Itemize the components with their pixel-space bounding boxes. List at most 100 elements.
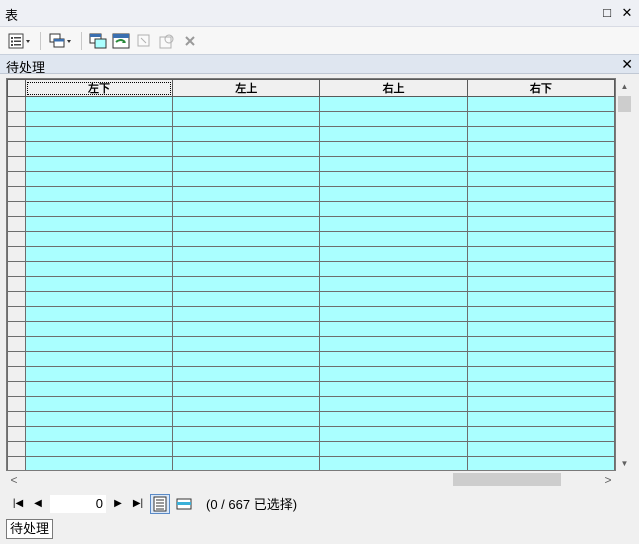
- table-row[interactable]: [7, 306, 615, 322]
- table-row[interactable]: [7, 456, 615, 470]
- table-cell[interactable]: [172, 366, 321, 382]
- table-cell[interactable]: [24, 216, 174, 232]
- table-cell[interactable]: [319, 231, 468, 247]
- table-row[interactable]: [7, 441, 615, 457]
- table-row[interactable]: [7, 201, 615, 217]
- table-cell[interactable]: [172, 171, 321, 187]
- table-cell[interactable]: [319, 351, 468, 367]
- table-row[interactable]: [7, 411, 615, 427]
- row-selector[interactable]: [7, 231, 26, 247]
- row-selector[interactable]: [7, 141, 26, 157]
- table-cell[interactable]: [466, 201, 615, 217]
- table-row[interactable]: [7, 381, 615, 397]
- show-all-records-button[interactable]: [150, 493, 170, 514]
- table-cell[interactable]: [24, 126, 174, 142]
- row-header-corner[interactable]: [7, 79, 26, 97]
- table-cell[interactable]: [466, 366, 615, 382]
- table-row[interactable]: [7, 186, 615, 202]
- row-selector[interactable]: [7, 156, 26, 172]
- row-selector[interactable]: [7, 246, 26, 262]
- zoom-to-selected-button[interactable]: [157, 31, 177, 51]
- table-cell[interactable]: [172, 336, 321, 352]
- table-cell[interactable]: [172, 306, 321, 322]
- table-cell[interactable]: [172, 381, 321, 397]
- table-cell[interactable]: [466, 336, 615, 352]
- row-selector[interactable]: [7, 111, 26, 127]
- table-cell[interactable]: [172, 216, 321, 232]
- table-cell[interactable]: [319, 291, 468, 307]
- row-selector[interactable]: [7, 186, 26, 202]
- table-row[interactable]: [7, 96, 615, 112]
- row-selector[interactable]: [7, 96, 26, 112]
- switch-selection-button[interactable]: [111, 31, 131, 51]
- table-cell[interactable]: [319, 111, 468, 127]
- table-cell[interactable]: [172, 156, 321, 172]
- table-cell[interactable]: [24, 246, 174, 262]
- table-cell[interactable]: [172, 456, 321, 470]
- table-cell[interactable]: [24, 96, 174, 112]
- table-cell[interactable]: [172, 441, 321, 457]
- table-cell[interactable]: [24, 231, 174, 247]
- table-cell[interactable]: [172, 426, 321, 442]
- row-selector[interactable]: [7, 441, 26, 457]
- row-selector[interactable]: [7, 171, 26, 187]
- table-row[interactable]: [7, 261, 615, 277]
- table-cell[interactable]: [24, 426, 174, 442]
- table-cell[interactable]: [319, 336, 468, 352]
- table-row[interactable]: [7, 231, 615, 247]
- table-cell[interactable]: [24, 456, 174, 470]
- close-window-button[interactable]: ✕: [620, 5, 634, 19]
- row-selector[interactable]: [7, 261, 26, 277]
- table-cell[interactable]: [319, 456, 468, 470]
- row-selector[interactable]: [7, 126, 26, 142]
- table-cell[interactable]: [24, 366, 174, 382]
- table-cell[interactable]: [319, 216, 468, 232]
- first-record-button[interactable]: |◀: [10, 496, 26, 512]
- table-cell[interactable]: [172, 126, 321, 142]
- table-cell[interactable]: [319, 156, 468, 172]
- table-cell[interactable]: [319, 396, 468, 412]
- table-cell[interactable]: [24, 171, 174, 187]
- table-cell[interactable]: [466, 111, 615, 127]
- horizontal-scroll-thumb[interactable]: [453, 473, 561, 486]
- table-row[interactable]: [7, 336, 615, 352]
- table-cell[interactable]: [466, 246, 615, 262]
- column-header-youxia[interactable]: 右下: [466, 79, 615, 97]
- vertical-scroll-thumb[interactable]: [618, 96, 631, 112]
- table-cell[interactable]: [466, 231, 615, 247]
- row-selector[interactable]: [7, 216, 26, 232]
- table-cell[interactable]: [466, 156, 615, 172]
- table-cell[interactable]: [466, 411, 615, 427]
- table-cell[interactable]: [24, 321, 174, 337]
- table-cell[interactable]: [466, 96, 615, 112]
- table-cell[interactable]: [24, 411, 174, 427]
- table-cell[interactable]: [172, 291, 321, 307]
- row-selector[interactable]: [7, 396, 26, 412]
- table-cell[interactable]: [172, 411, 321, 427]
- restore-window-button[interactable]: □: [600, 5, 614, 19]
- table-cell[interactable]: [466, 141, 615, 157]
- table-cell[interactable]: [466, 351, 615, 367]
- table-cell[interactable]: [466, 186, 615, 202]
- table-cell[interactable]: [319, 411, 468, 427]
- table-row[interactable]: [7, 351, 615, 367]
- table-options-button[interactable]: [6, 31, 34, 51]
- table-row[interactable]: [7, 396, 615, 412]
- table-cell[interactable]: [319, 321, 468, 337]
- row-selector[interactable]: [7, 366, 26, 382]
- table-cell[interactable]: [172, 276, 321, 292]
- table-cell[interactable]: [172, 141, 321, 157]
- scroll-down-arrow[interactable]: ▼: [616, 455, 633, 471]
- table-cell[interactable]: [466, 126, 615, 142]
- table-cell[interactable]: [24, 306, 174, 322]
- table-cell[interactable]: [466, 216, 615, 232]
- row-selector[interactable]: [7, 411, 26, 427]
- table-cell[interactable]: [172, 231, 321, 247]
- last-record-button[interactable]: ▶|: [130, 496, 146, 512]
- table-cell[interactable]: [172, 246, 321, 262]
- table-cell[interactable]: [24, 351, 174, 367]
- table-row[interactable]: [7, 426, 615, 442]
- clear-selection-button[interactable]: [134, 31, 154, 51]
- table-cell[interactable]: [466, 456, 615, 470]
- table-cell[interactable]: [319, 441, 468, 457]
